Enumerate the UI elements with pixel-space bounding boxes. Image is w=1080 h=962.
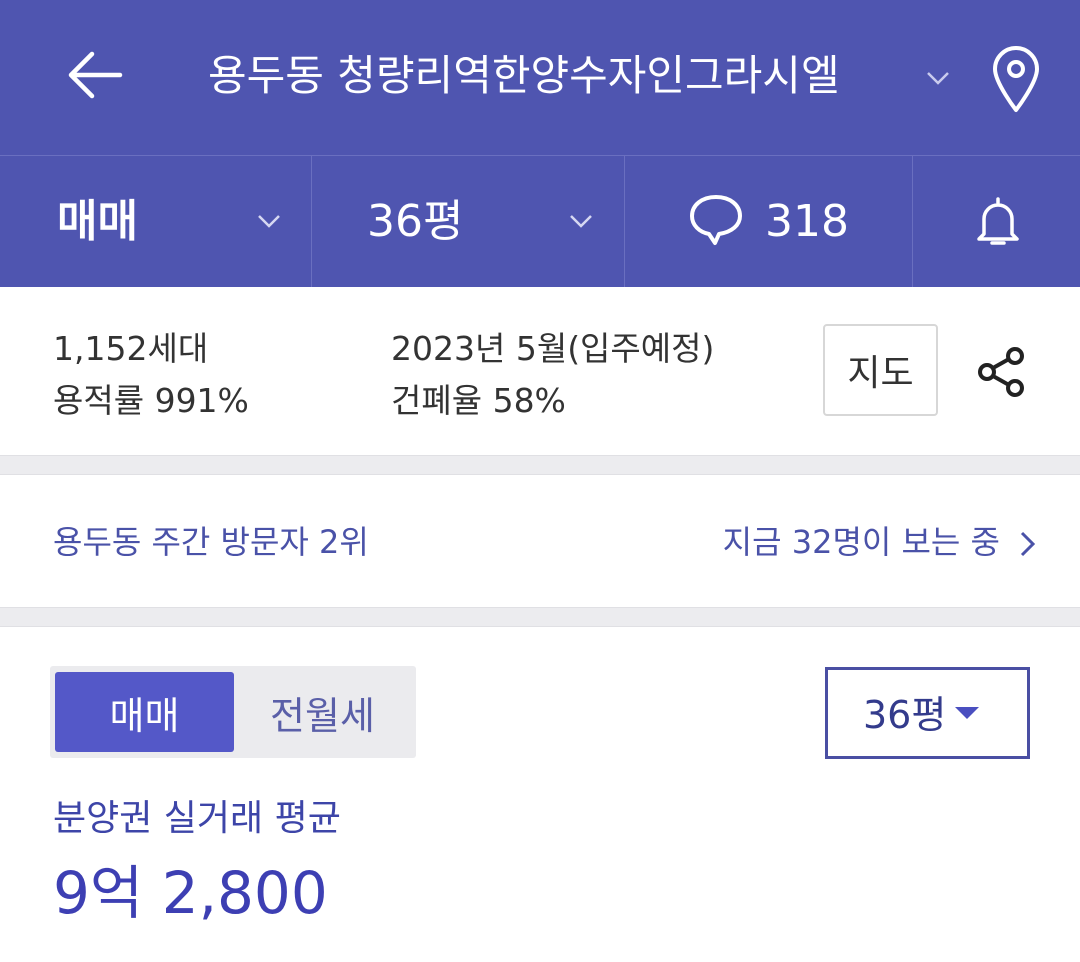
deal-type-segment: 매매 전월세 <box>50 666 416 758</box>
area-label: 36평 <box>367 196 464 247</box>
arrow-left-icon <box>68 51 123 99</box>
app-header: 용두동 청량리역한양수자인그라시엘 <box>0 0 1080 155</box>
households: 1,152세대 <box>53 329 209 368</box>
area-dropdown[interactable]: 36평 <box>312 156 625 287</box>
visitor-rank: 용두동 주간 방문자 2위 <box>53 523 369 561</box>
deal-type-label: 매매 <box>57 196 138 247</box>
visitor-banner[interactable]: 용두동 주간 방문자 2위 지금 32명이 보는 중 <box>0 475 1080 607</box>
coverage-ratio: 건폐율 58% <box>391 381 566 420</box>
size-select[interactable]: 36평 <box>825 667 1030 759</box>
size-select-value: 36평 <box>863 693 947 737</box>
comment-count: 318 <box>765 196 849 247</box>
section-divider <box>0 455 1080 475</box>
move-in-date: 2023년 5월(입주예정) <box>391 329 715 368</box>
section-divider <box>0 607 1080 627</box>
map-button[interactable]: 지도 <box>823 324 938 416</box>
page-title[interactable]: 용두동 청량리역한양수자인그라시엘 <box>208 48 840 104</box>
watching-now[interactable]: 지금 32명이 보는 중 <box>723 520 1000 564</box>
chevron-down-icon[interactable] <box>922 62 954 94</box>
price-label: 분양권 실거래 평균 <box>53 798 341 839</box>
caret-down-icon <box>955 707 979 719</box>
chevron-down-icon <box>258 215 280 228</box>
back-button[interactable] <box>60 45 130 105</box>
filter-bar: 매매 36평 318 <box>0 155 1080 287</box>
segment-sale[interactable]: 매매 <box>55 672 234 752</box>
price-value: 9억 2,800 <box>53 859 328 927</box>
bell-icon <box>977 197 1019 245</box>
comments-button[interactable]: 318 <box>625 156 913 287</box>
floor-area-ratio: 용적률 991% <box>53 381 249 420</box>
chevron-right-icon[interactable] <box>1015 528 1041 560</box>
chevron-down-icon <box>570 215 592 228</box>
segment-rent[interactable]: 전월세 <box>234 672 411 752</box>
map-pin-icon[interactable] <box>990 44 1042 114</box>
speech-bubble-icon <box>690 195 742 245</box>
deal-type-dropdown[interactable]: 매매 <box>0 156 312 287</box>
share-icon[interactable] <box>975 345 1029 399</box>
notification-button[interactable] <box>913 156 1080 287</box>
